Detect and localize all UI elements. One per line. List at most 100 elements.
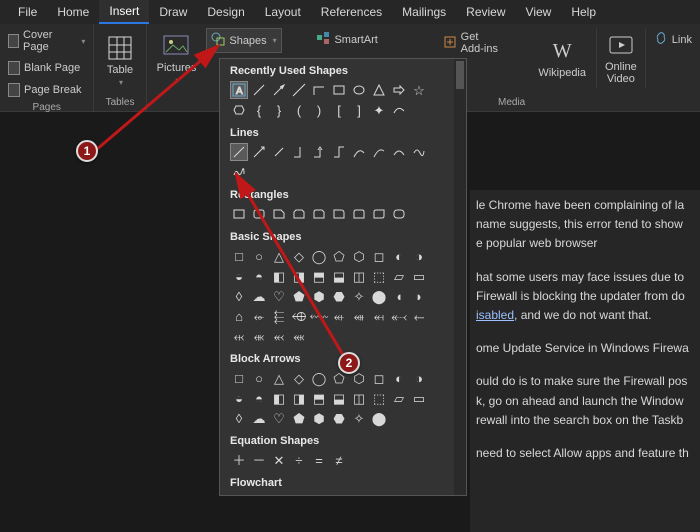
- shape-basic-25[interactable]: ⬣: [330, 287, 348, 305]
- shape-rect1[interactable]: [230, 205, 248, 223]
- wikipedia-button[interactable]: W Wikipedia: [532, 28, 592, 88]
- shape-arrow-17[interactable]: ⬚: [370, 389, 388, 407]
- shape-multiply[interactable]: ✕: [270, 451, 288, 469]
- shape-basic-39[interactable]: ⬸: [410, 307, 428, 325]
- shape-arrow-14[interactable]: ⬒: [310, 389, 328, 407]
- shape-divide[interactable]: ÷: [290, 451, 308, 469]
- get-addins-button[interactable]: Get Add-ins: [439, 28, 508, 58]
- shape-arrow-15[interactable]: ⬓: [330, 389, 348, 407]
- shape-basic-12[interactable]: ◧: [270, 267, 288, 285]
- shape-equals[interactable]: =: [310, 451, 328, 469]
- shape-basic-3[interactable]: ◇: [290, 247, 308, 265]
- shape-arrow-23[interactable]: ⬟: [290, 409, 308, 427]
- shape-arrow-10[interactable]: ◒: [230, 389, 248, 407]
- shape-basic-43[interactable]: ⬼: [290, 327, 308, 345]
- menu-file[interactable]: File: [8, 1, 47, 23]
- shape-basic-7[interactable]: ◻: [370, 247, 388, 265]
- shape-lbracket[interactable]: [: [330, 101, 348, 119]
- shape-freeform[interactable]: [390, 101, 408, 119]
- shape-notequal[interactable]: ≠: [330, 451, 348, 469]
- shape-arrow-18[interactable]: ▱: [390, 389, 408, 407]
- shape-basic-16[interactable]: ◫: [350, 267, 368, 285]
- shape-basic-18[interactable]: ▱: [390, 267, 408, 285]
- shape-arrow-26[interactable]: ✧: [350, 409, 368, 427]
- shape-line-basic[interactable]: [230, 143, 248, 161]
- menu-mailings[interactable]: Mailings: [392, 1, 456, 23]
- shape-basic-30[interactable]: ⌂: [230, 307, 248, 325]
- shape-basic-9[interactable]: ◑: [410, 247, 428, 265]
- shape-arrow-1[interactable]: ○: [250, 369, 268, 387]
- shape-arrow-19[interactable]: ▭: [410, 389, 428, 407]
- shape-rparen[interactable]: ): [310, 101, 328, 119]
- shape-round2same[interactable]: [350, 205, 368, 223]
- shape-basic-40[interactable]: ⬹: [230, 327, 248, 345]
- shape-basic-27[interactable]: ⬤: [370, 287, 388, 305]
- table-button[interactable]: Table▾: [100, 31, 140, 91]
- shape-basic-0[interactable]: □: [230, 247, 248, 265]
- shape-curve-double[interactable]: [390, 143, 408, 161]
- shape-basic-42[interactable]: ⬻: [270, 327, 288, 345]
- shape-star[interactable]: ☆: [410, 81, 428, 99]
- document-body[interactable]: le Chrome have been complaining of la na…: [470, 190, 700, 532]
- shape-basic-6[interactable]: ⬡: [350, 247, 368, 265]
- shape-basic-35[interactable]: ⬴: [330, 307, 348, 325]
- shape-arrow-16[interactable]: ◫: [350, 389, 368, 407]
- dropdown-scrollbar[interactable]: [454, 59, 466, 495]
- shape-lparen[interactable]: (: [290, 101, 308, 119]
- shape-snipround[interactable]: [310, 205, 328, 223]
- shape-elbow2[interactable]: [290, 143, 308, 161]
- link-button[interactable]: Link: [650, 28, 696, 51]
- shape-arrow-20[interactable]: ◊: [230, 409, 248, 427]
- menu-references[interactable]: References: [311, 1, 392, 23]
- shape-basic-41[interactable]: ⬺: [250, 327, 268, 345]
- shape-line-arrow2[interactable]: [250, 143, 268, 161]
- shape-basic-13[interactable]: ◨: [290, 267, 308, 285]
- shape-line-double2[interactable]: [270, 143, 288, 161]
- menu-draw[interactable]: Draw: [149, 1, 197, 23]
- shape-rbracket[interactable]: ]: [350, 101, 368, 119]
- shape-arrow-0[interactable]: □: [230, 369, 248, 387]
- shape-elbow[interactable]: [310, 81, 328, 99]
- shape-curve[interactable]: [350, 143, 368, 161]
- shape-basic-23[interactable]: ⬟: [290, 287, 308, 305]
- menu-view[interactable]: View: [516, 1, 562, 23]
- shape-basic-22[interactable]: ♡: [270, 287, 288, 305]
- shape-basic-20[interactable]: ◊: [230, 287, 248, 305]
- shape-snip1[interactable]: [270, 205, 288, 223]
- shape-basic-19[interactable]: ▭: [410, 267, 428, 285]
- shape-round2diag[interactable]: [370, 205, 388, 223]
- shape-basic-31[interactable]: ⬰: [250, 307, 268, 325]
- shape-line-arrow[interactable]: [270, 81, 288, 99]
- shape-lbrace[interactable]: {: [250, 101, 268, 119]
- shape-triangle[interactable]: [370, 81, 388, 99]
- shape-arrow-21[interactable]: ☁: [250, 409, 268, 427]
- shape-roundrect[interactable]: [250, 205, 268, 223]
- menu-design[interactable]: Design: [197, 1, 254, 23]
- shape-curve-arrow[interactable]: [370, 143, 388, 161]
- shape-arrow-25[interactable]: ⬣: [330, 409, 348, 427]
- shape-arrow-right[interactable]: [390, 81, 408, 99]
- shape-arrow-9[interactable]: ◑: [410, 369, 428, 387]
- shape-basic-15[interactable]: ⬓: [330, 267, 348, 285]
- menu-home[interactable]: Home: [47, 1, 99, 23]
- shape-basic-4[interactable]: ◯: [310, 247, 328, 265]
- shape-basic-10[interactable]: ◒: [230, 267, 248, 285]
- shape-basic-24[interactable]: ⬢: [310, 287, 328, 305]
- shape-rect[interactable]: [330, 81, 348, 99]
- menu-help[interactable]: Help: [561, 1, 606, 23]
- shape-scribble[interactable]: [230, 163, 248, 181]
- smartart-button[interactable]: SmartArt: [312, 28, 381, 51]
- shape-rbrace[interactable]: }: [270, 101, 288, 119]
- shape-snip2[interactable]: [290, 205, 308, 223]
- menu-layout[interactable]: Layout: [255, 1, 311, 23]
- shape-basic-21[interactable]: ☁: [250, 287, 268, 305]
- shape-basic-8[interactable]: ◐: [390, 247, 408, 265]
- shape-textbox[interactable]: A: [230, 81, 248, 99]
- shape-arrow-27[interactable]: ⬤: [370, 409, 388, 427]
- shape-line[interactable]: [250, 81, 268, 99]
- shape-basic-11[interactable]: ◓: [250, 267, 268, 285]
- shape-hex[interactable]: [230, 101, 248, 119]
- shape-basic-37[interactable]: ⬶: [370, 307, 388, 325]
- doc-link[interactable]: isabled: [476, 308, 514, 322]
- shape-basic-36[interactable]: ⬵: [350, 307, 368, 325]
